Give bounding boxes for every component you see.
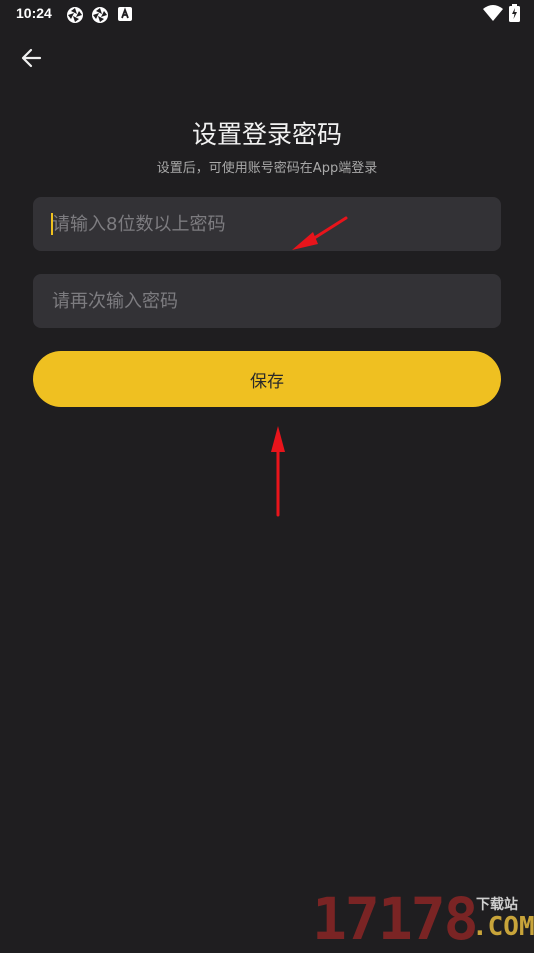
watermark-com-text: .COM (472, 912, 534, 942)
watermark: 17178 下载站 .COM (312, 888, 534, 950)
watermark-cn-text: 下载站 (476, 897, 518, 913)
annotation-arrowhead-save (271, 426, 285, 452)
watermark-number: 17178 (312, 885, 479, 953)
annotation-arrowhead-input (292, 232, 318, 250)
annotation-arrows (271, 216, 348, 517)
